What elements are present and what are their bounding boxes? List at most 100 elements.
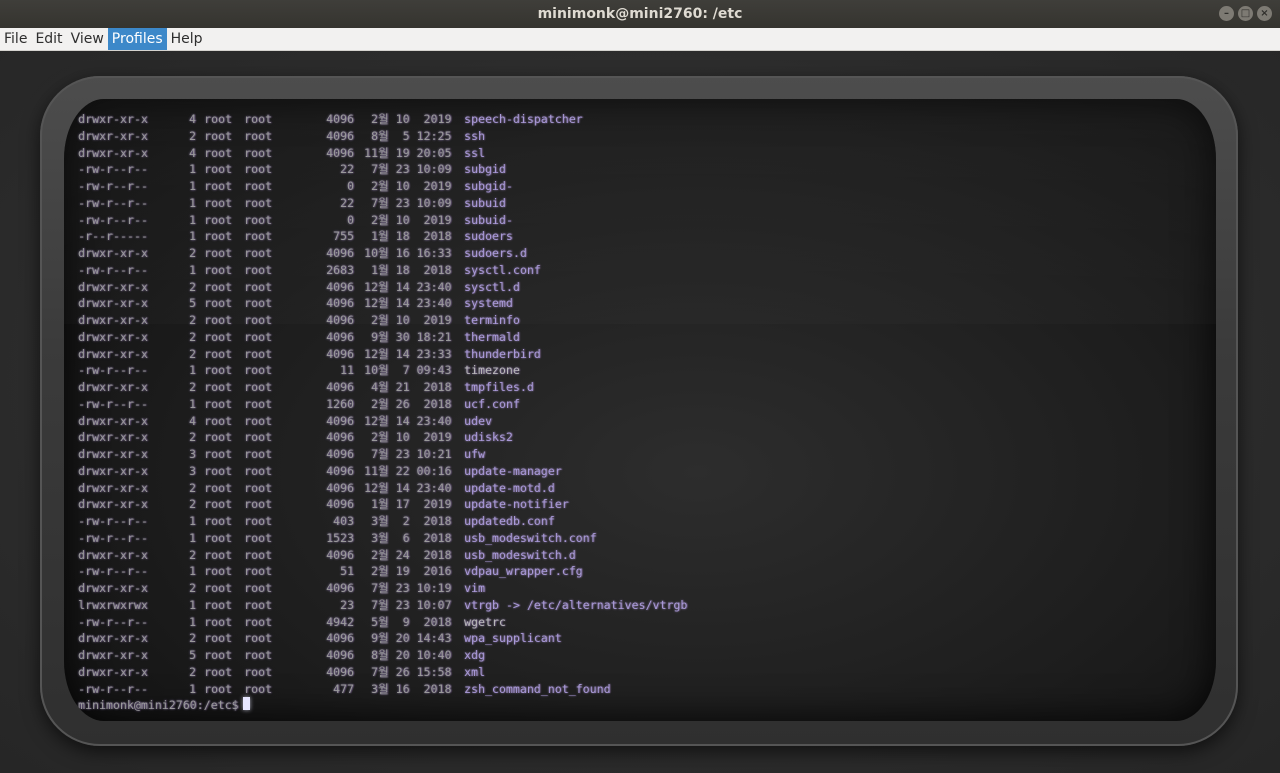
- text-cursor: [242, 697, 250, 711]
- group: root: [244, 497, 272, 512]
- file-size: 4096: [326, 480, 354, 495]
- permissions: drwxr-xr-x: [78, 279, 148, 294]
- terminal-area[interactable]: drwxr-xr-x 4 root root 4096 2월 10 2019 speech…: [0, 51, 1280, 773]
- permissions: -rw-r--r--: [78, 363, 148, 378]
- owner: root: [204, 614, 232, 629]
- listing-row: drwxr-xr-x 2 root root 4096 2월 24 2018 usb_mo…: [78, 547, 687, 564]
- menu-file[interactable]: File: [0, 28, 31, 50]
- modified-date: 2월 10 2019: [364, 179, 452, 193]
- file-size: 1260: [326, 396, 354, 411]
- link-count: 2: [189, 430, 196, 445]
- permissions: drwxr-xr-x: [78, 581, 148, 595]
- owner: root: [204, 497, 232, 512]
- terminal-output[interactable]: drwxr-xr-x 4 root root 4096 2월 10 2019 speech…: [78, 111, 687, 714]
- file-size: 4096: [326, 413, 354, 428]
- close-button[interactable]: ×: [1257, 6, 1272, 21]
- group: root: [244, 648, 272, 662]
- menu-bar: File Edit View Profiles Help: [0, 28, 1280, 51]
- owner: root: [204, 229, 232, 244]
- owner: root: [204, 430, 232, 445]
- permissions: drwxr-xr-x: [78, 413, 148, 428]
- modified-date: 7월 23 10:21: [364, 447, 452, 461]
- modified-date: 2월 26 2018: [364, 396, 452, 411]
- link-count: 2: [189, 329, 196, 344]
- menu-edit[interactable]: Edit: [31, 28, 66, 50]
- group: root: [244, 564, 272, 579]
- link-count: 3: [189, 447, 196, 461]
- modified-date: 7월 23 10:09: [364, 162, 452, 177]
- maximize-button[interactable]: □: [1238, 6, 1253, 21]
- owner: root: [204, 179, 232, 193]
- link-count: 2: [189, 480, 196, 495]
- modified-date: 8월 20 10:40: [364, 648, 452, 662]
- file-size: 4096: [326, 463, 354, 478]
- group: root: [244, 179, 272, 193]
- menu-help[interactable]: Help: [167, 28, 207, 50]
- file-size: 4096: [326, 279, 354, 294]
- link-count: 2: [189, 631, 196, 646]
- file-name: thunderbird: [464, 346, 541, 361]
- file-size: 4096: [326, 128, 354, 143]
- permissions: -rw-r--r--: [78, 262, 148, 277]
- menu-profiles[interactable]: Profiles: [107, 28, 167, 50]
- owner: root: [204, 480, 232, 495]
- owner: root: [204, 212, 232, 227]
- link-count: 2: [189, 128, 196, 143]
- group: root: [244, 380, 272, 394]
- permissions: drwxr-xr-x: [78, 380, 148, 394]
- modified-date: 3월 2 2018: [364, 514, 452, 528]
- link-count: 1: [189, 195, 196, 210]
- listing-row: drwxr-xr-x 4 root root 4096 2월 10 2019 speech…: [78, 111, 687, 128]
- owner: root: [204, 246, 232, 260]
- link-count: 5: [189, 648, 196, 662]
- crt-screen[interactable]: drwxr-xr-x 4 root root 4096 2월 10 2019 speech…: [64, 99, 1216, 721]
- permissions: drwxr-xr-x: [78, 547, 148, 562]
- group: root: [244, 413, 272, 428]
- window-title: minimonk@mini2760: /etc: [537, 6, 743, 22]
- file-size: 4096: [326, 246, 354, 260]
- menu-view[interactable]: View: [67, 28, 108, 50]
- modified-date: 1월 17 2019: [364, 497, 452, 512]
- owner: root: [204, 547, 232, 562]
- file-name: tmpfiles.d: [464, 380, 534, 394]
- file-size: 4096: [326, 380, 354, 394]
- link-count: 1: [189, 262, 196, 277]
- file-name: vtrgb -> /etc/alternatives/vtrgb: [464, 597, 688, 612]
- file-size: 4096: [326, 497, 354, 512]
- file-size: 477: [333, 681, 354, 696]
- file-size: 4096: [326, 648, 354, 662]
- listing-row: drwxr-xr-x 3 root root 4096 11월 22 00:16 updat…: [78, 463, 687, 480]
- file-name: timezone: [464, 363, 520, 378]
- modified-date: 8월 5 12:25: [364, 128, 452, 143]
- file-name: usb_modeswitch.conf: [464, 530, 597, 545]
- modified-date: 7월 26 15:58: [364, 664, 452, 679]
- permissions: drwxr-xr-x: [78, 480, 148, 495]
- file-name: subgid-: [464, 179, 513, 193]
- owner: root: [204, 128, 232, 143]
- listing-row: -rw-r--r-- 1 root root 403 3월 2 2018 updatedb…: [78, 513, 687, 530]
- link-count: 1: [189, 396, 196, 411]
- modified-date: 12월 14 23:40: [364, 413, 452, 428]
- link-count: 2: [189, 313, 196, 327]
- owner: root: [204, 648, 232, 662]
- file-name: sysctl.conf: [464, 262, 541, 277]
- permissions: drwxr-xr-x: [78, 246, 148, 260]
- listing-row: drwxr-xr-x 2 root root 4096 2월 10 2019 termin…: [78, 312, 687, 329]
- file-size: 403: [333, 514, 354, 528]
- owner: root: [204, 664, 232, 679]
- group: root: [244, 229, 272, 244]
- minimize-button[interactable]: –: [1219, 6, 1234, 21]
- owner: root: [204, 681, 232, 696]
- prompt-line[interactable]: minimonk@mini2760:/etc$: [78, 697, 687, 714]
- link-count: 1: [189, 363, 196, 378]
- link-count: 1: [189, 681, 196, 696]
- file-name: updatedb.conf: [464, 514, 555, 528]
- listing-row: -rw-r--r-- 1 root root 51 2월 19 2016 vdpau_wr…: [78, 563, 687, 580]
- modified-date: 12월 14 23:33: [364, 346, 452, 361]
- listing-row: drwxr-xr-x 2 root root 4096 2월 10 2019 udisks…: [78, 429, 687, 446]
- listing-row: drwxr-xr-x 5 root root 4096 8월 20 10:40 xdg: [78, 647, 687, 664]
- group: root: [244, 296, 272, 311]
- file-name: subuid: [464, 195, 506, 210]
- listing-row: drwxr-xr-x 2 root root 4096 12월 14 23:40 updat…: [78, 480, 687, 497]
- group: root: [244, 279, 272, 294]
